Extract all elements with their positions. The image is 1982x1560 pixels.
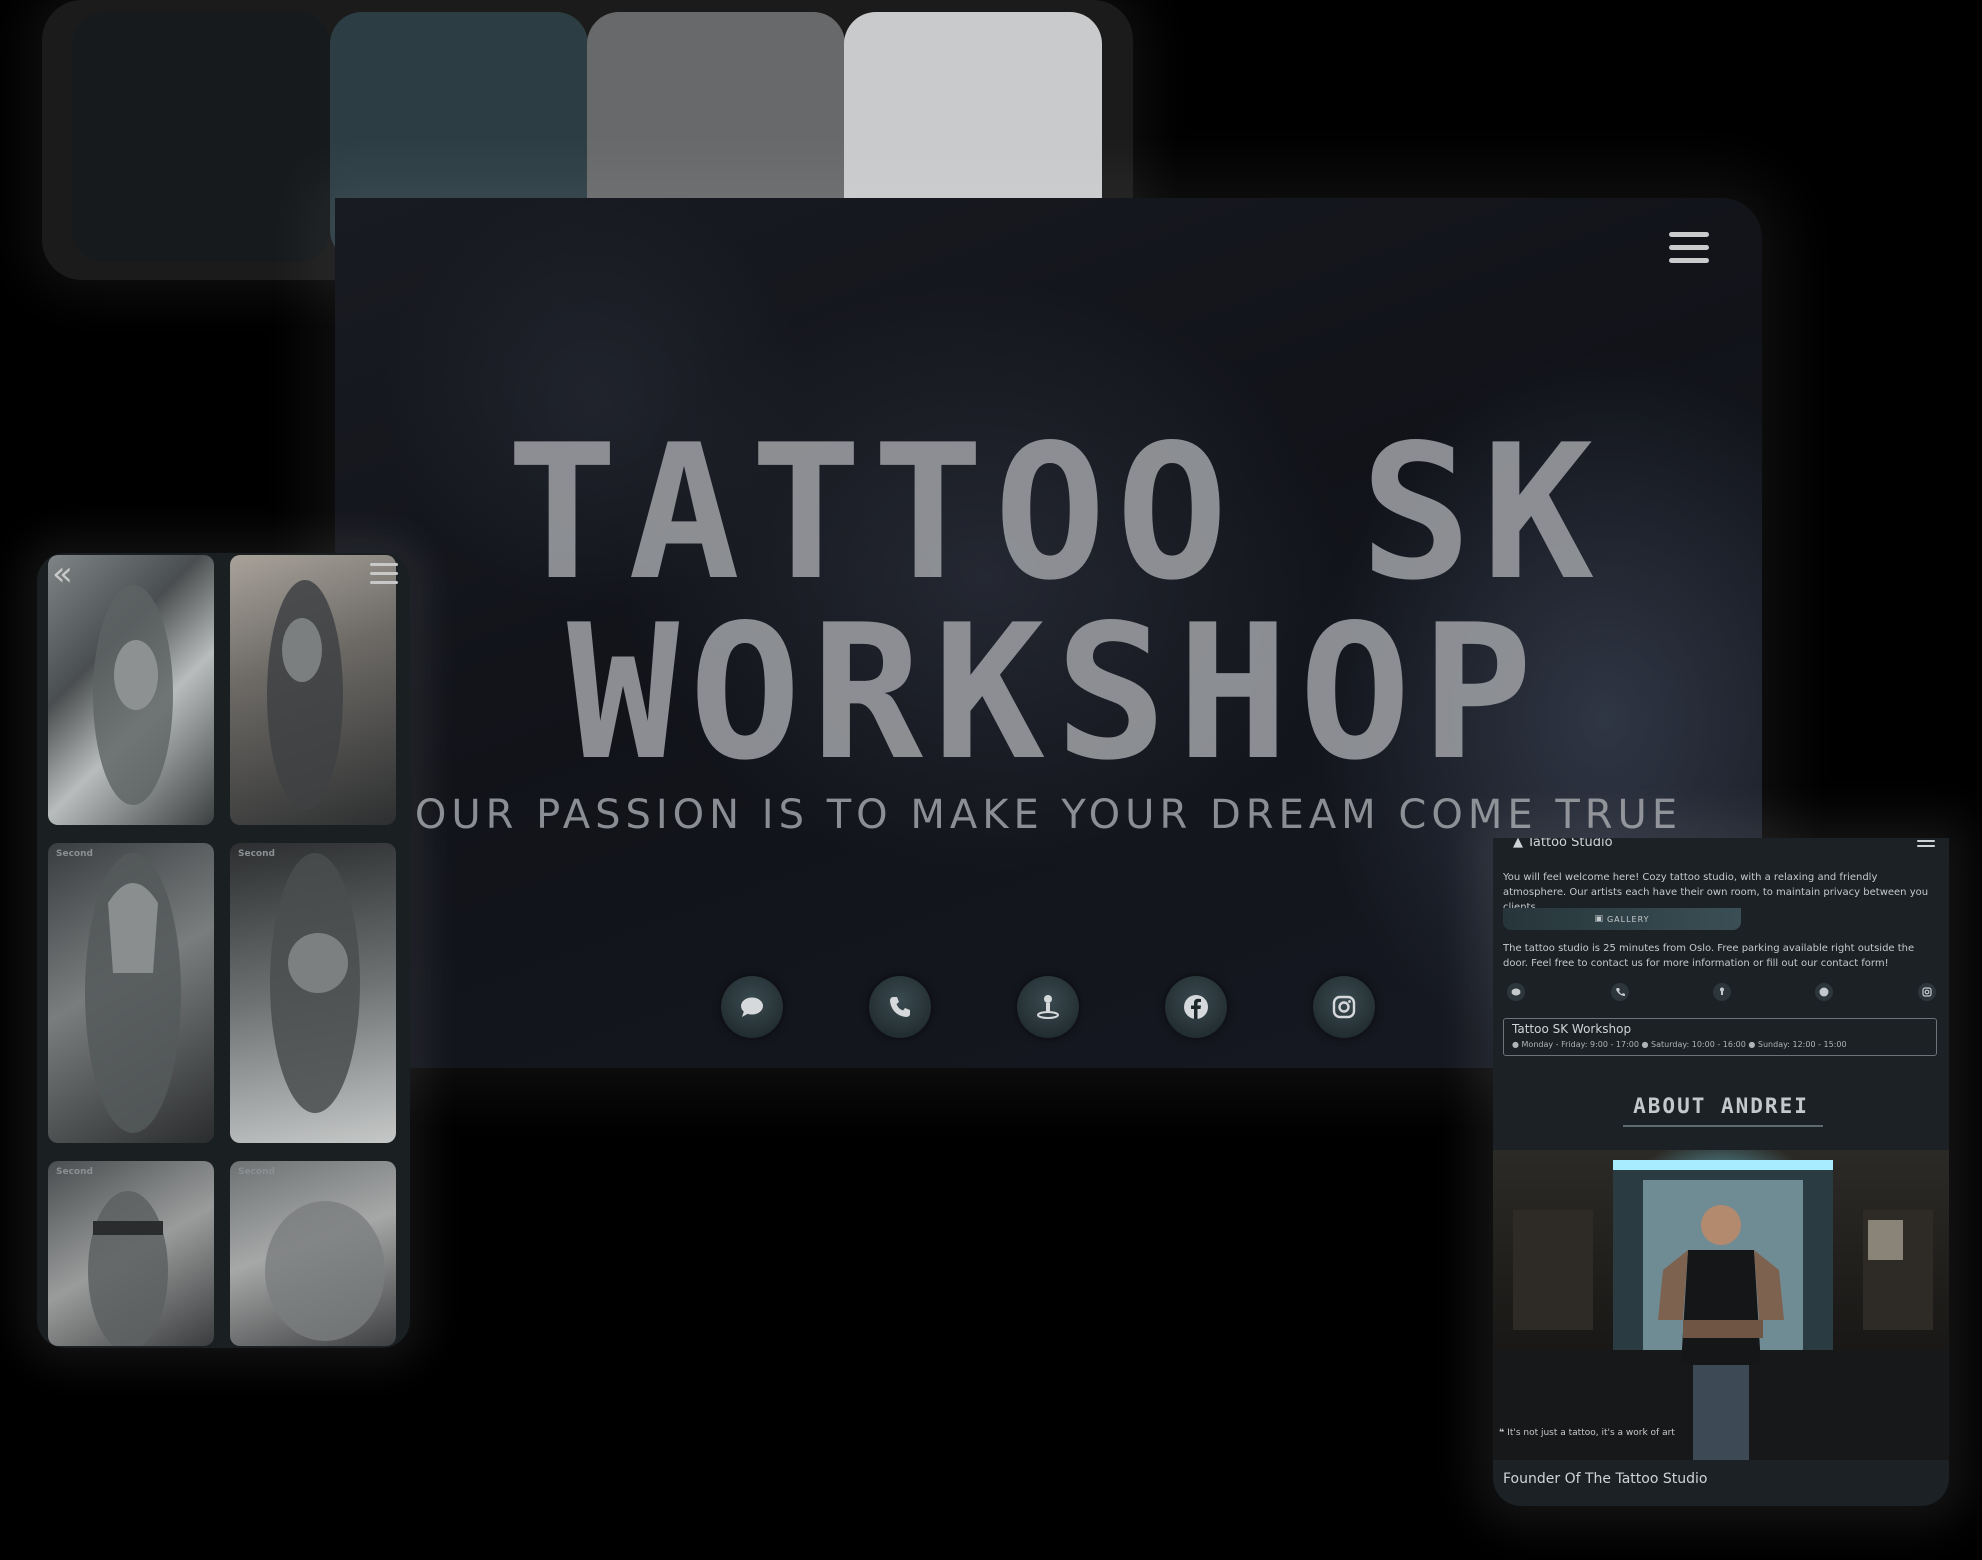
social-links <box>721 976 1421 1040</box>
phone-header-title: Tattoo Studio <box>1527 838 1613 850</box>
hero-title: TATTOO SK WORKSHOP <box>335 404 1762 801</box>
tattoo-image <box>265 1201 385 1341</box>
gallery-tile-2[interactable] <box>230 555 396 825</box>
hero-title-line1: TATTOO SK <box>506 404 1604 621</box>
phone-header: ▲ Tattoo Studio <box>1513 838 1948 850</box>
chat-icon[interactable] <box>1507 983 1525 1001</box>
opening-hours: Tattoo SK Workshop ● Monday - Friday: 9:… <box>1503 1018 1937 1056</box>
hours-text: ● Monday - Friday: 9:00 - 17:00 ● Saturd… <box>1512 1040 1847 1049</box>
founder-caption: Founder Of The Tattoo Studio <box>1503 1471 1708 1487</box>
tattoo-image <box>85 853 181 1133</box>
logo-icon: ▲ <box>1513 838 1523 850</box>
hamburger-icon[interactable] <box>370 563 398 590</box>
location-text: The tattoo studio is 25 minutes from Osl… <box>1503 943 1915 969</box>
tattoo-image <box>267 580 343 810</box>
phone-icon[interactable] <box>869 976 931 1038</box>
location-pin-icon[interactable] <box>1713 983 1731 1001</box>
about-divider <box>1623 1125 1823 1127</box>
gallery-button[interactable]: ▣ GALLERY <box>1503 908 1741 930</box>
instagram-icon[interactable] <box>1313 976 1375 1038</box>
gallery-tile-6[interactable]: Second <box>230 1161 396 1346</box>
tattoo-image <box>88 1191 168 1346</box>
about-title: ABOUT ANDREI <box>1633 1094 1809 1118</box>
quote: ❝ It's not just a tattoo, it's a work of… <box>1499 1428 1675 1438</box>
double-chevron-left-icon[interactable]: « <box>52 557 73 591</box>
founder-photo: ❝ It's not just a tattoo, it's a work of… <box>1493 1150 1949 1460</box>
gallery-tile-3[interactable]: Second <box>48 843 214 1143</box>
hamburger-icon[interactable] <box>1669 232 1709 266</box>
tile-tag: Second <box>56 1167 93 1177</box>
image-icon: ▣ <box>1594 914 1603 924</box>
quote-text: It's not just a tattoo, it's a work of a… <box>1507 1428 1675 1438</box>
tattoo-image <box>93 585 173 805</box>
swatch-1 <box>72 12 330 262</box>
gallery-tile-5[interactable]: Second <box>48 1161 214 1346</box>
hero-title-line2: WORKSHOP <box>567 584 1543 801</box>
about-phone: ▲ Tattoo Studio You will feel welcome he… <box>1493 838 1949 1506</box>
gallery-button-label: GALLERY <box>1606 914 1650 924</box>
facebook-icon[interactable] <box>1165 976 1227 1038</box>
instagram-icon[interactable] <box>1918 983 1936 1001</box>
facebook-icon[interactable] <box>1815 983 1833 1001</box>
tile-tag: Second <box>238 1167 275 1177</box>
gallery-phone: « Second Second Second Second <box>37 553 410 1348</box>
chat-icon[interactable] <box>721 976 783 1038</box>
gallery-tile-1[interactable] <box>48 555 214 825</box>
tile-tag: Second <box>56 849 93 859</box>
hamburger-icon[interactable] <box>1917 840 1935 853</box>
quote-icon: ❝ <box>1499 1428 1505 1438</box>
gallery-tile-4[interactable]: Second <box>230 843 396 1143</box>
tattoo-image <box>270 853 360 1113</box>
location-pin-icon[interactable] <box>1017 976 1079 1038</box>
founder-image <box>1493 1160 1949 1460</box>
hero-subtitle: OUR PASSION IS TO MAKE YOUR DREAM COME T… <box>414 792 1683 838</box>
tile-tag: Second <box>238 849 275 859</box>
hours-title: Tattoo SK Workshop <box>1512 1022 1632 1036</box>
phone-icon[interactable] <box>1611 983 1629 1001</box>
